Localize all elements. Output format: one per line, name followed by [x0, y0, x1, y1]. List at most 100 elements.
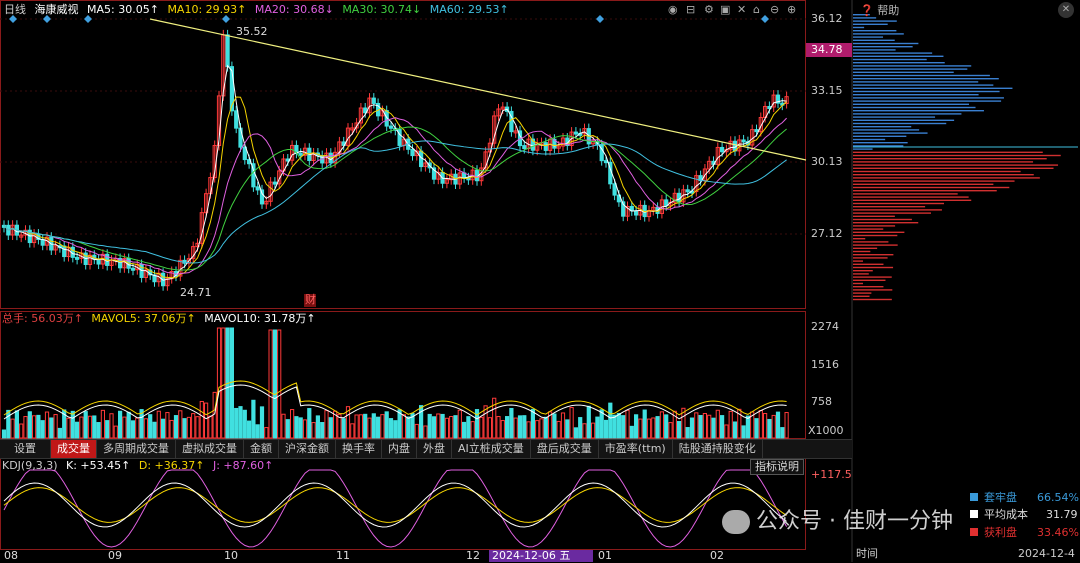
month-11: 11 — [336, 549, 350, 562]
volume-bar — [255, 424, 260, 439]
chart-canvas[interactable] — [0, 0, 1080, 562]
volume-bar — [350, 423, 355, 439]
indicator-help-button[interactable]: 指标说明 — [750, 459, 804, 475]
volume-bar — [14, 410, 20, 439]
chip-bar — [853, 116, 936, 118]
chip-bar — [853, 138, 886, 141]
tab-hs-amount[interactable]: 沪深金额 — [279, 440, 336, 458]
tab-volume[interactable]: 成交量 — [51, 440, 97, 458]
volume-bar — [169, 419, 174, 439]
tab-multi-period-volume[interactable]: 多周期成交量 — [97, 440, 176, 458]
chip-bar — [853, 97, 1004, 99]
volume-bar — [715, 409, 720, 439]
volume-bar — [651, 417, 656, 439]
watermark-text: 公众号 · 佳财一分钟 — [756, 509, 953, 534]
tab-virtual-volume[interactable]: 虚拟成交量 — [176, 440, 244, 458]
volume-bar — [178, 410, 183, 439]
trend-line[interactable] — [149, 18, 807, 161]
chip-bar — [853, 238, 866, 240]
volume-bar — [569, 407, 574, 439]
volume-legend: 总手: 56.03万↑ MAVOL5: 37.06万↑ MAVOL10: 31.… — [2, 312, 321, 326]
chip-bar — [853, 196, 969, 198]
volume-unit: X1000 — [808, 424, 844, 437]
volume-bar — [57, 427, 62, 439]
volume-bar — [638, 418, 643, 439]
volume-bar — [268, 329, 273, 439]
chip-bar — [853, 132, 928, 134]
volume-bar — [487, 417, 492, 439]
volume-bar — [70, 410, 75, 439]
volume-bar — [126, 411, 131, 439]
tab-inner[interactable]: 内盘 — [382, 440, 417, 458]
chip-bar — [853, 62, 945, 64]
lock-icon[interactable]: ⌂ — [753, 3, 760, 16]
mavol5-line — [3, 380, 787, 416]
tab-outer[interactable]: 外盘 — [417, 440, 452, 458]
candle-body — [522, 145, 527, 150]
volume-bar — [496, 416, 501, 439]
candle-body — [603, 160, 609, 164]
candle-body — [388, 125, 394, 129]
month-08: 08 — [4, 549, 18, 562]
chip-bar — [853, 84, 994, 86]
candle-body — [75, 256, 80, 260]
chip-bar — [853, 122, 947, 125]
chip-bar — [853, 113, 962, 115]
volume-bar — [582, 423, 587, 439]
volume-bar — [259, 406, 265, 439]
candle-body — [754, 129, 759, 133]
tab-northbound-change[interactable]: 陆股通持股变化 — [673, 440, 763, 458]
volume-bar — [612, 414, 617, 439]
tab-after-hours-volume[interactable]: 盘后成交量 — [531, 440, 599, 458]
volume-bar — [457, 409, 462, 439]
close-icon[interactable]: ✕ — [737, 3, 746, 16]
chip-bar — [853, 49, 896, 51]
chip-bar — [853, 142, 908, 144]
chip-bar — [853, 20, 897, 22]
chip-bar — [853, 270, 873, 272]
tab-settings[interactable]: 设置 — [0, 440, 51, 458]
volume-bar — [608, 402, 613, 439]
volume-bar — [242, 409, 247, 439]
volume-bar — [427, 413, 432, 439]
tab-amount[interactable]: 金额 — [244, 440, 279, 458]
kdj-series — [3, 469, 788, 548]
volume-bar — [711, 417, 716, 439]
period-label[interactable]: 日线 — [4, 3, 26, 16]
volume-bar — [109, 413, 114, 439]
shrink-icon[interactable]: ⊟ — [686, 3, 695, 16]
time-label: 时间 — [856, 547, 878, 560]
volume-bar — [182, 418, 187, 439]
chip-bar — [853, 193, 958, 195]
chip-bar — [853, 295, 870, 297]
tab-turnover[interactable]: 换手率 — [336, 440, 382, 458]
volume-bar — [195, 416, 200, 439]
camera-icon[interactable]: ▣ — [720, 3, 730, 16]
tab-ai-volume[interactable]: AI立桩成交量 — [452, 440, 531, 458]
volume-bar — [212, 391, 217, 439]
chip-bar — [853, 90, 1000, 93]
volume-bar — [281, 413, 286, 439]
chip-distribution — [853, 14, 1078, 301]
settings-icon[interactable]: ⚙ — [704, 3, 714, 16]
volume-bar — [311, 422, 316, 439]
kdj-k-label: K: +53.45↑ — [66, 459, 131, 472]
zoom-in-icon[interactable]: ⊕ — [787, 3, 796, 16]
chip-bar — [853, 26, 865, 29]
cai-marker[interactable]: 财 — [305, 293, 316, 307]
zoom-out-icon[interactable]: ⊖ — [770, 3, 779, 16]
help-link[interactable]: ❓ 帮助 — [860, 4, 899, 18]
volume-bar — [1, 429, 7, 439]
eye-icon[interactable]: ◉ — [668, 3, 678, 16]
candle-body — [234, 110, 239, 129]
volume-series — [1, 327, 789, 439]
kdj-tick: +117.5 — [811, 468, 852, 481]
panel-close-icon[interactable]: ✕ — [1058, 2, 1074, 18]
volume-bar — [44, 411, 50, 439]
ma30-label: MA30: 30.74↓ — [342, 3, 422, 16]
volume-bar — [513, 417, 518, 439]
tab-pe-ttm[interactable]: 市盈率(ttm) — [599, 440, 673, 458]
trapped-swatch — [970, 493, 978, 501]
volume-bar — [543, 416, 548, 439]
volume-bar — [698, 415, 703, 439]
